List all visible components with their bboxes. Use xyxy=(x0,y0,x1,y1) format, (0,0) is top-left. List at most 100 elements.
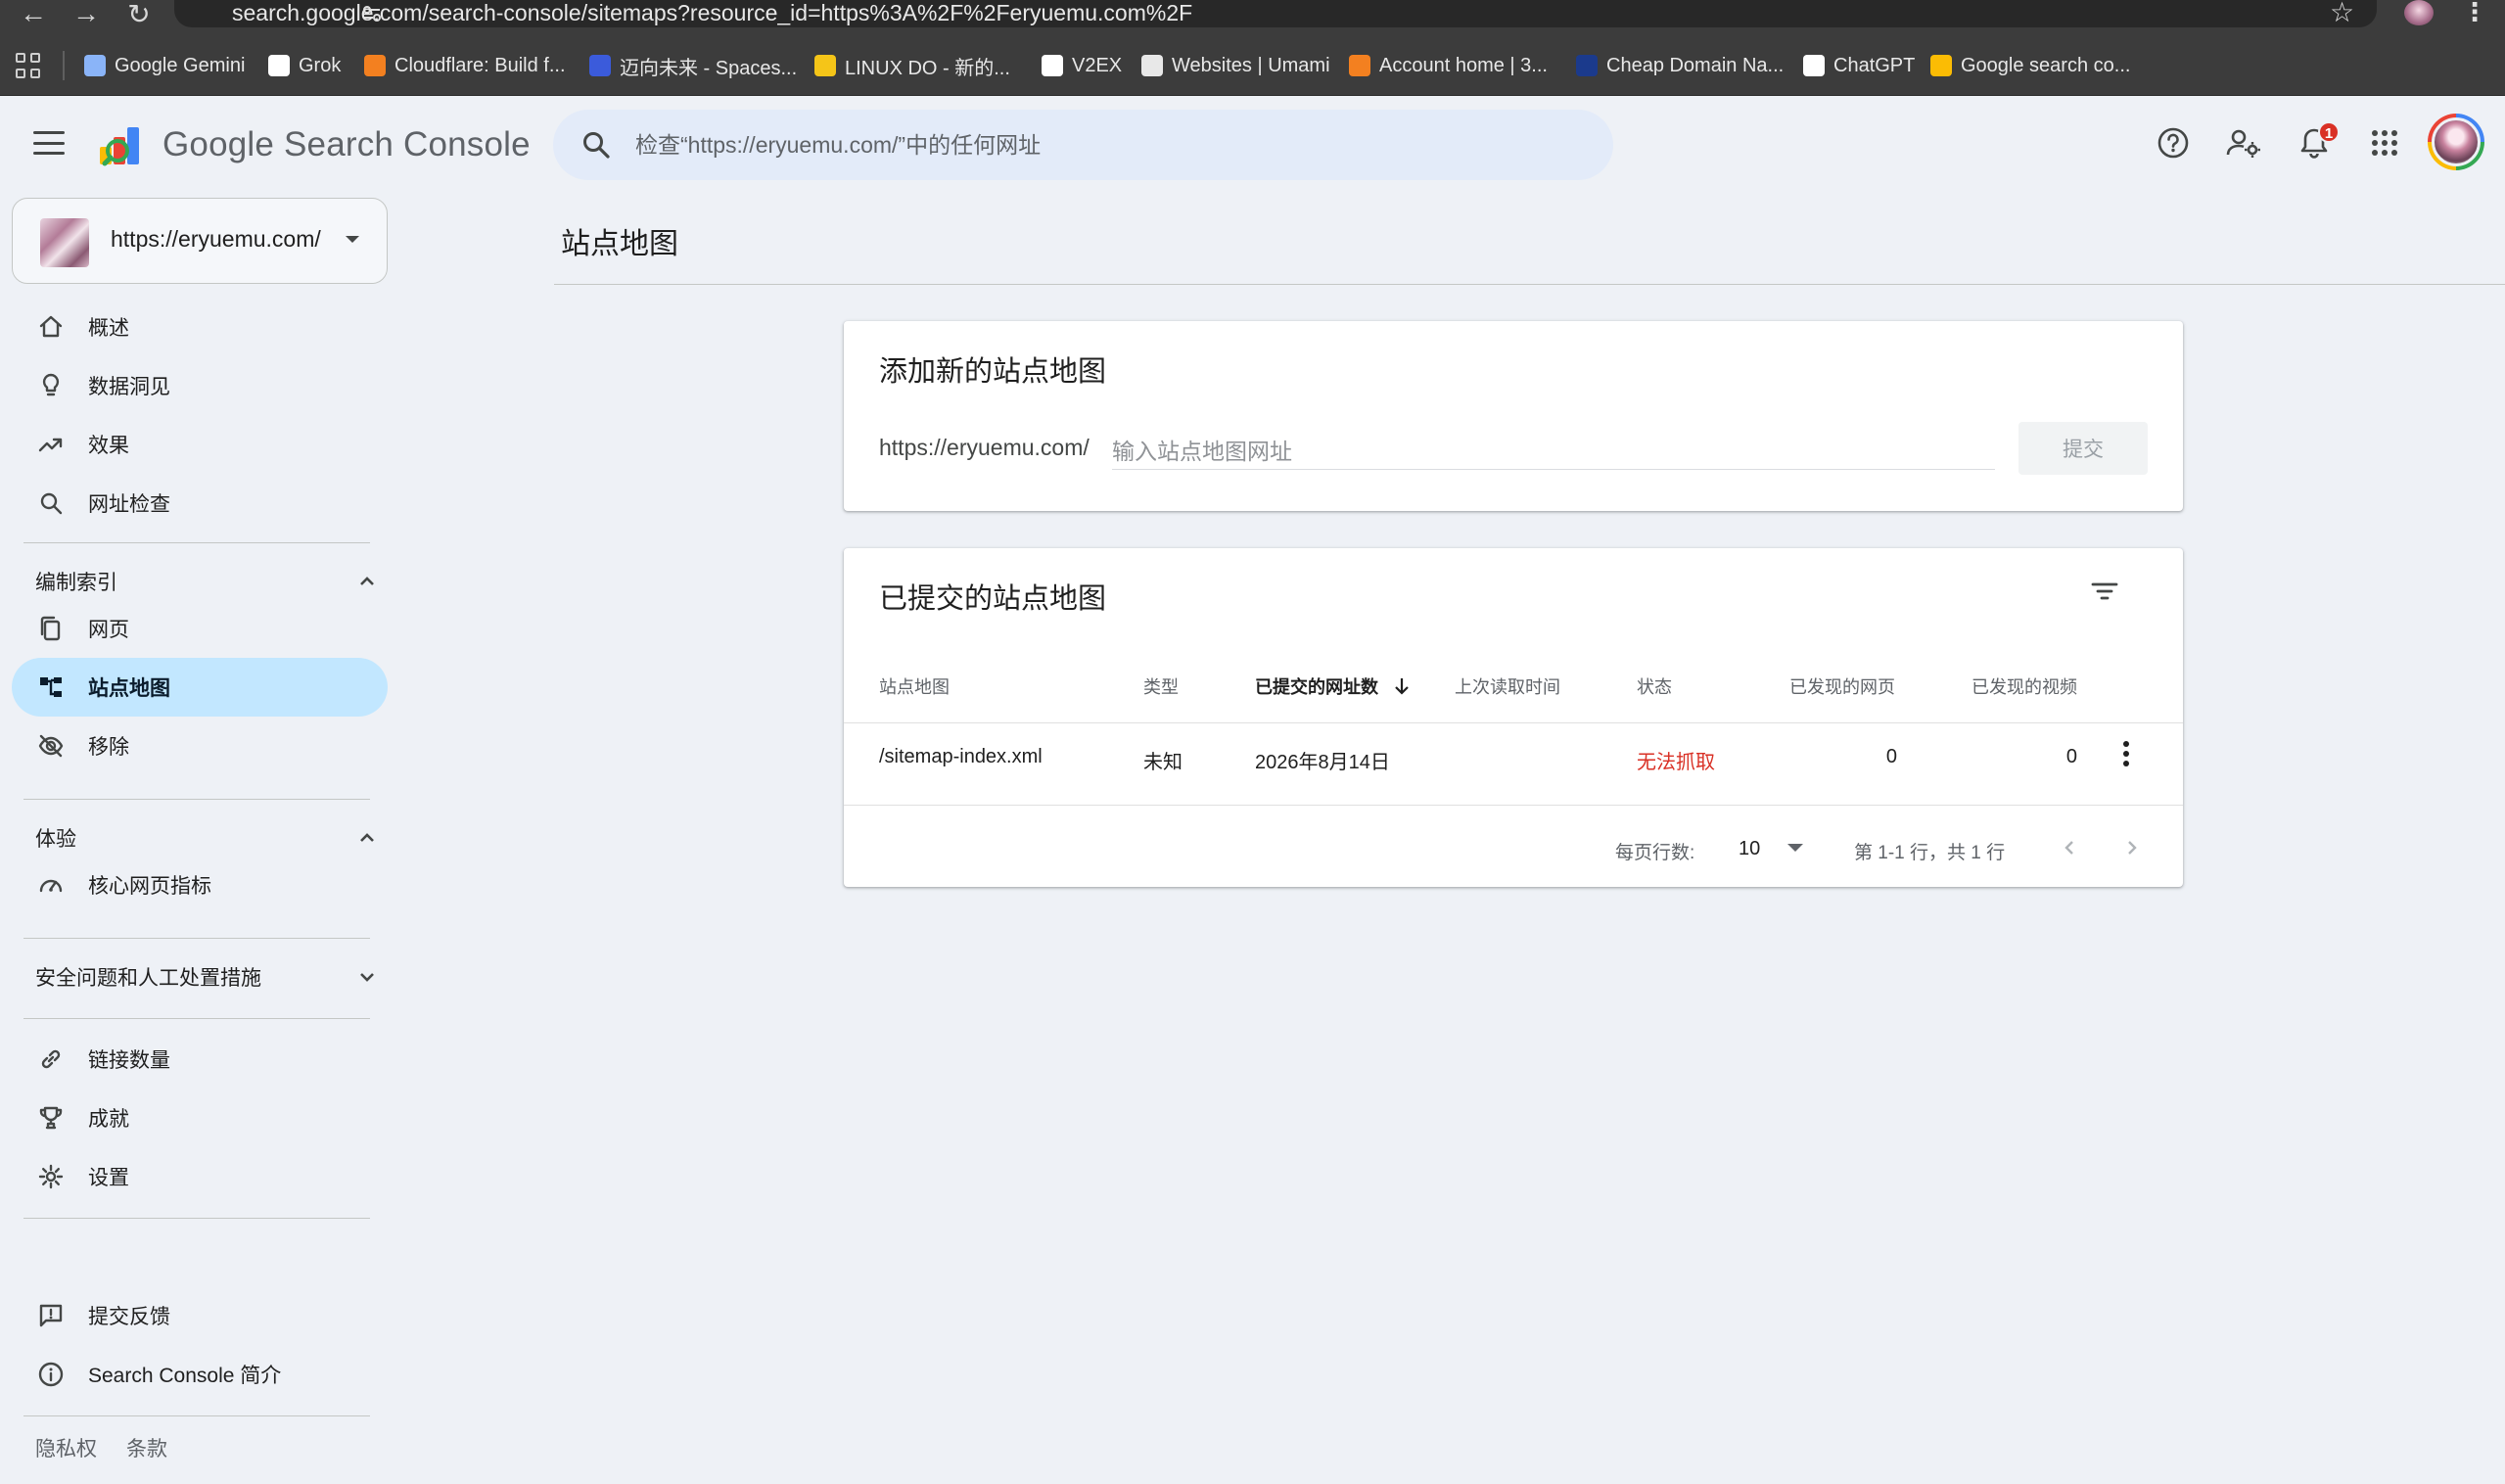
dropdown-caret-icon xyxy=(1787,844,1803,852)
sidebar-item-label: 链接数量 xyxy=(88,1049,170,1072)
sidebar-item-feedback[interactable]: 提交反馈 xyxy=(12,1286,388,1345)
bookmark-item[interactable]: Grok xyxy=(268,35,341,96)
sidebar-item-label: 提交反馈 xyxy=(88,1306,170,1328)
sidebar-item-label: 核心网页指标 xyxy=(88,875,211,898)
sidebar-item-home[interactable]: 概述 xyxy=(12,298,388,356)
bookmark-item[interactable]: LINUX DO - 新的... xyxy=(814,35,1010,96)
sidebar-item-search[interactable]: 网址检查 xyxy=(12,474,388,533)
submit-button[interactable]: 提交 xyxy=(2018,422,2148,475)
sidebar-item-lightbulb[interactable]: 数据洞见 xyxy=(12,356,388,415)
section-security[interactable]: 安全问题和人工处置措施 xyxy=(35,957,378,997)
apps-grid-icon[interactable] xyxy=(16,53,41,78)
column-header-status[interactable]: 状态 xyxy=(1637,673,1672,699)
browser-profile-avatar[interactable] xyxy=(2404,0,2434,25)
sidebar-divider xyxy=(23,1218,370,1219)
sitemap-url-input[interactable] xyxy=(1112,429,1995,470)
column-header-submitted-label: 已提交的网址数 xyxy=(1255,677,1378,697)
main-menu-icon[interactable] xyxy=(33,131,65,155)
chevron-down-icon xyxy=(360,973,374,982)
sidebar-divider xyxy=(23,1018,370,1019)
sidebar-item-pages[interactable]: 网页 xyxy=(12,599,388,658)
browser-menu-icon[interactable]: ⋮ xyxy=(2462,0,2487,24)
trophy-icon xyxy=(39,1106,63,1130)
cell-type: 未知 xyxy=(1143,752,1183,773)
link-icon xyxy=(41,1049,61,1069)
address-bar-url[interactable]: search.google.com/search-console/sitemap… xyxy=(232,0,1192,25)
sidebar-item-sitemap[interactable]: 站点地图 xyxy=(12,658,388,717)
visibility-off-icon xyxy=(38,734,64,758)
namecheap-icon xyxy=(1576,55,1598,76)
url-inspection-search[interactable] xyxy=(553,110,1613,180)
bookmarks-bar: Google Gemini Grok Cloudflare: Build f..… xyxy=(0,35,2505,96)
v2ex-icon xyxy=(1042,55,1063,76)
notifications-button[interactable]: 1 xyxy=(2287,116,2342,170)
sidebar-item-trending-up[interactable]: 效果 xyxy=(12,415,388,474)
back-icon[interactable]: ← xyxy=(16,0,51,28)
section-experience[interactable]: 体验 xyxy=(35,818,378,858)
search-console-logo-icon xyxy=(100,127,139,166)
section-experience-label: 体验 xyxy=(35,828,76,851)
footer-links: 隐私权 条款 xyxy=(35,1433,167,1462)
speed-icon xyxy=(39,879,63,893)
sidebar-divider xyxy=(23,1415,370,1416)
user-settings-button[interactable] xyxy=(2216,116,2271,170)
url-inspection-input[interactable] xyxy=(635,110,1575,180)
sidebar-item-info[interactable]: Search Console 简介 xyxy=(12,1345,388,1404)
sidebar-item-trophy[interactable]: 成就 xyxy=(12,1089,388,1147)
sidebar-item-label: 效果 xyxy=(88,435,129,457)
bookmark-item[interactable]: Websites | Umami xyxy=(1141,35,1330,96)
section-indexing[interactable]: 编制索引 xyxy=(35,562,378,601)
sidebar-divider xyxy=(23,799,370,800)
sidebar-item-visibility-off[interactable]: 移除 xyxy=(12,717,388,775)
chevron-left-icon xyxy=(2064,841,2073,855)
bookmark-item[interactable]: Cheap Domain Na... xyxy=(1576,35,1784,96)
search-console-app: Google Search Console 1 https://eryuemu.… xyxy=(0,96,2505,1484)
next-page-button[interactable] xyxy=(2114,830,2150,865)
sitemap-icon xyxy=(40,677,62,697)
reload-icon[interactable]: ↻ xyxy=(121,0,157,29)
chevron-up-icon xyxy=(360,577,374,585)
sidebar-item-link[interactable]: 链接数量 xyxy=(12,1030,388,1089)
cell-status: 无法抓取 xyxy=(1637,752,1715,773)
apps-icon xyxy=(2372,130,2397,156)
column-header-submitted[interactable]: 已提交的网址数 xyxy=(1255,673,1411,699)
bookmark-item[interactable]: Google search co... xyxy=(1930,35,2130,96)
browser-toolbar: ← → ↻ search.google.com/search-console/s… xyxy=(0,0,2505,35)
add-sitemap-card: 添加新的站点地图 https://eryuemu.com/ 提交 xyxy=(844,321,2183,511)
column-header-type[interactable]: 类型 xyxy=(1143,673,1179,699)
bookmark-item[interactable]: ChatGPT xyxy=(1803,35,1915,96)
previous-page-button[interactable] xyxy=(2052,830,2087,865)
row-more-options-icon[interactable] xyxy=(2114,738,2138,769)
column-header-sitemap[interactable]: 站点地图 xyxy=(879,673,950,699)
filter-icon[interactable] xyxy=(2089,576,2120,607)
bookmark-item[interactable]: Account home | 3... xyxy=(1349,35,1548,96)
sitemap-url-prefix: https://eryuemu.com/ xyxy=(879,435,1090,460)
bookmark-item[interactable]: 迈向未来 - Spaces... xyxy=(589,35,797,96)
cell-sitemap[interactable]: /sitemap-index.xml xyxy=(879,746,1043,768)
column-header-last-read[interactable]: 上次读取时间 xyxy=(1455,673,1560,699)
column-header-discovered-videos[interactable]: 已发现的视频 xyxy=(1972,673,2077,699)
bookmark-star-icon[interactable]: ☆ xyxy=(2330,0,2354,26)
column-header-discovered-pages[interactable]: 已发现的网页 xyxy=(1789,673,1895,699)
pagination-range: 第 1-1 行，共 1 行 xyxy=(1854,843,2006,863)
bookmark-label: Account home | 3... xyxy=(1379,54,1548,76)
chatgpt-icon xyxy=(1803,55,1825,76)
forward-icon[interactable]: → xyxy=(69,0,104,28)
privacy-link[interactable]: 隐私权 xyxy=(35,1433,97,1462)
bookmark-item[interactable]: V2EX xyxy=(1042,35,1122,96)
sidebar-divider xyxy=(23,542,370,543)
bookmark-item[interactable]: Google Gemini xyxy=(84,35,245,96)
sidebar-item-speed[interactable]: 核心网页指标 xyxy=(12,856,388,914)
property-selector[interactable]: https://eryuemu.com/ xyxy=(12,198,388,284)
bookmark-item[interactable]: Cloudflare: Build f... xyxy=(364,35,566,96)
google-apps-button[interactable] xyxy=(2357,116,2412,170)
rows-per-page-value: 10 xyxy=(1739,837,1761,859)
sidebar-item-settings[interactable]: 设置 xyxy=(12,1147,388,1206)
search-console-icon xyxy=(1930,55,1952,76)
rows-per-page-select[interactable]: 10 xyxy=(1739,832,1817,865)
sidebar-item-label: 数据洞见 xyxy=(88,376,170,398)
account-avatar[interactable] xyxy=(2428,114,2484,170)
help-button[interactable] xyxy=(2146,116,2201,170)
terms-link[interactable]: 条款 xyxy=(126,1433,167,1462)
app-name: Google Search Console xyxy=(162,125,531,163)
